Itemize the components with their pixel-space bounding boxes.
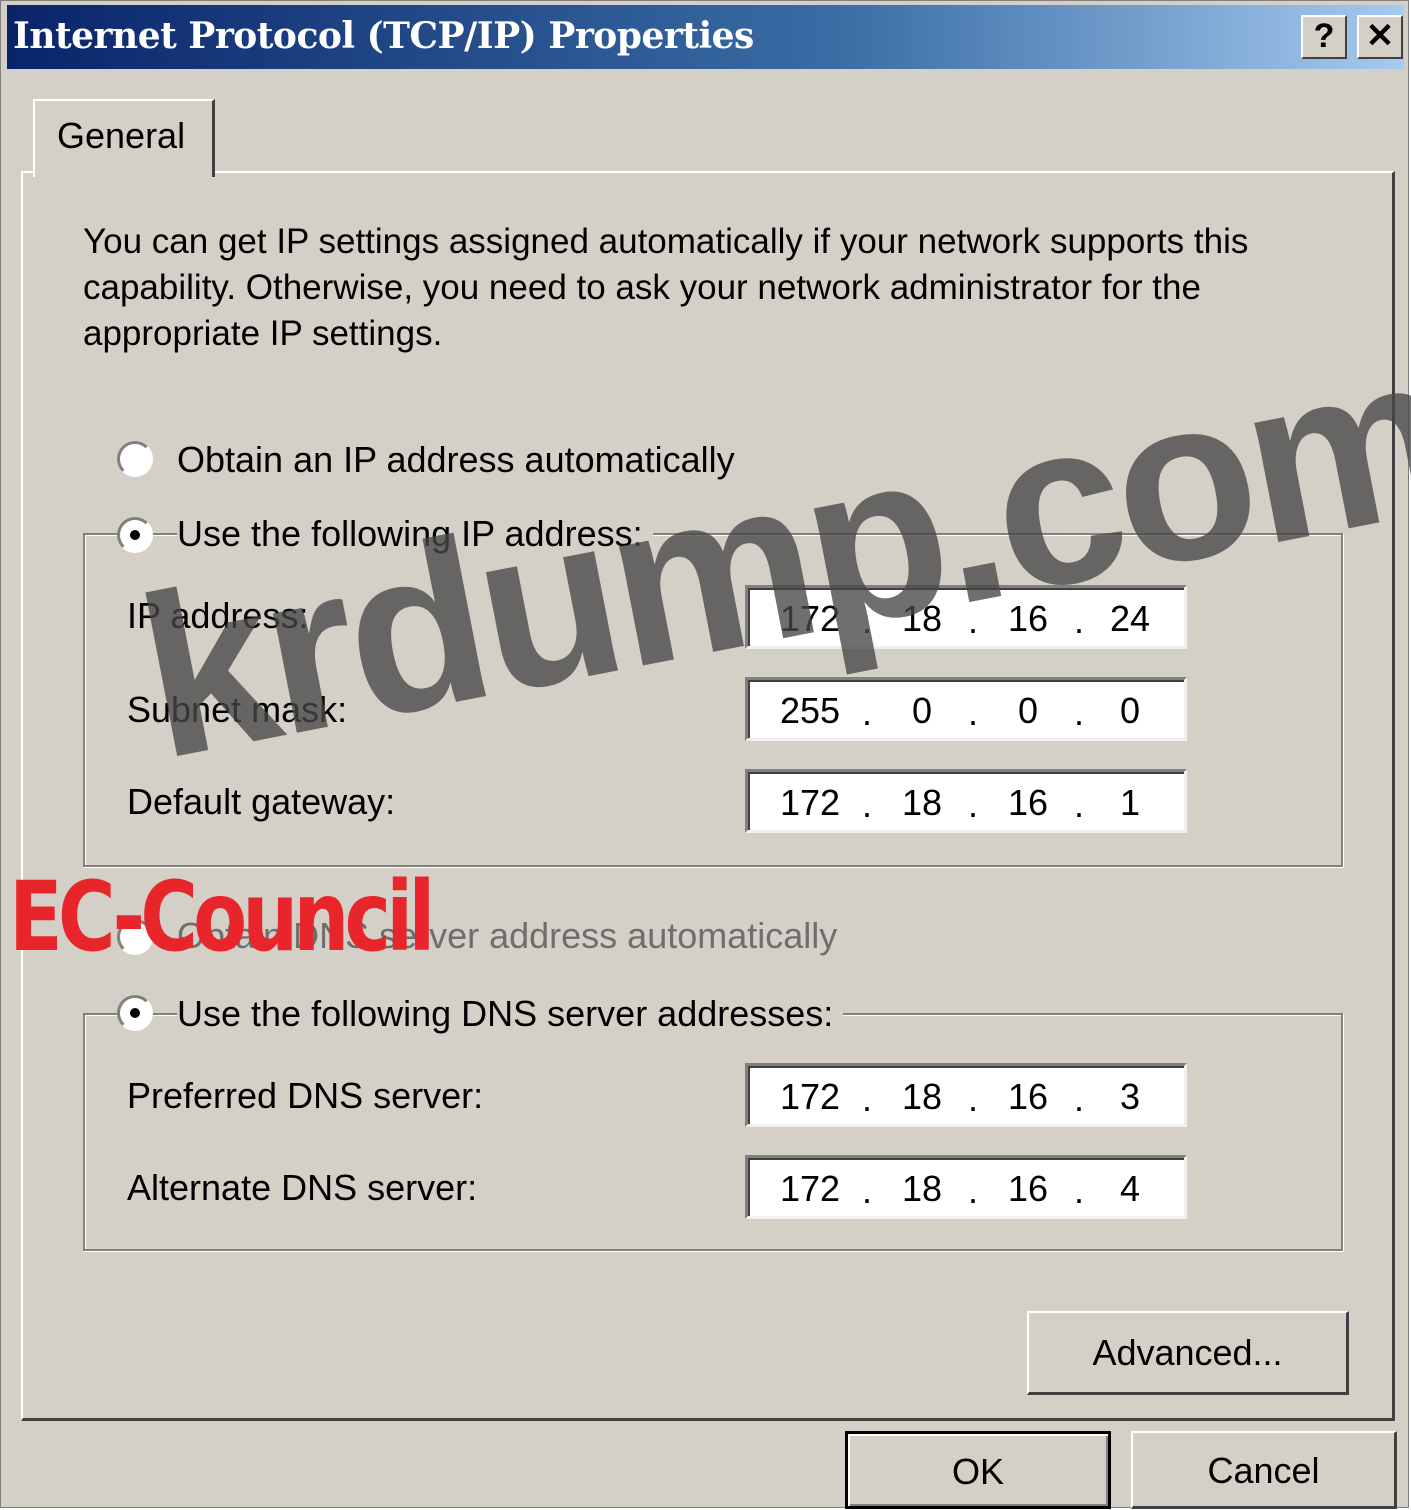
ip-octet-1[interactable]: 172: [770, 598, 850, 640]
cancel-button[interactable]: Cancel: [1131, 1431, 1397, 1509]
tcpip-properties-dialog: Internet Protocol (TCP/IP) Properties ? …: [0, 0, 1411, 1509]
use-following-dns-label[interactable]: Use the following DNS server addresses:: [177, 993, 844, 1035]
radio-selected-dot: [130, 1008, 140, 1018]
mask-octet-2[interactable]: 0: [882, 690, 962, 732]
tab-general[interactable]: General: [33, 99, 215, 177]
advanced-button[interactable]: Advanced...: [1027, 1311, 1349, 1395]
gw-octet-2[interactable]: 18: [882, 782, 962, 824]
mask-octet-4[interactable]: 0: [1090, 690, 1170, 732]
default-gateway-label: Default gateway:: [127, 781, 396, 822]
mask-octet-3[interactable]: 0: [988, 690, 1068, 732]
gw-octet-4[interactable]: 1: [1090, 782, 1170, 824]
preferred-dns-label: Preferred DNS server:: [127, 1075, 484, 1116]
pdns-octet-4[interactable]: 3: [1090, 1076, 1170, 1118]
help-icon: ?: [1313, 17, 1335, 55]
default-gateway-input[interactable]: 172 . 18 . 16 . 1: [745, 769, 1187, 833]
title-bar[interactable]: Internet Protocol (TCP/IP) Properties ? …: [7, 5, 1404, 69]
obtain-ip-auto-radio[interactable]: [117, 441, 153, 477]
ip-address-label: IP address:: [127, 595, 309, 636]
use-following-dns-radio[interactable]: [117, 995, 153, 1031]
alternate-dns-input[interactable]: 172 . 18 . 16 . 4: [745, 1155, 1187, 1219]
ok-button[interactable]: OK: [845, 1431, 1111, 1509]
use-following-ip-label[interactable]: Use the following IP address:: [177, 513, 653, 555]
tab-general-label: General: [57, 115, 186, 156]
ip-octet-2[interactable]: 18: [882, 598, 962, 640]
preferred-dns-input[interactable]: 172 . 18 . 16 . 3: [745, 1063, 1187, 1127]
obtain-dns-auto-label[interactable]: Obtain DNS server address automatically: [177, 915, 847, 957]
radio-selected-dot: [130, 530, 140, 540]
adns-octet-1[interactable]: 172: [770, 1168, 850, 1210]
pdns-octet-3[interactable]: 16: [988, 1076, 1068, 1118]
help-button[interactable]: ?: [1301, 15, 1347, 59]
pdns-octet-1[interactable]: 172: [770, 1076, 850, 1118]
close-button[interactable]: ✕: [1357, 15, 1403, 59]
adns-octet-3[interactable]: 16: [988, 1168, 1068, 1210]
ip-octet-4[interactable]: 24: [1090, 598, 1170, 640]
alternate-dns-label: Alternate DNS server:: [127, 1167, 478, 1208]
window-title: Internet Protocol (TCP/IP) Properties: [13, 15, 754, 57]
ip-octet-3[interactable]: 16: [988, 598, 1068, 640]
adns-octet-2[interactable]: 18: [882, 1168, 962, 1210]
use-following-ip-radio[interactable]: [117, 517, 153, 553]
close-icon: ✕: [1365, 17, 1395, 55]
gw-octet-3[interactable]: 16: [988, 782, 1068, 824]
obtain-ip-auto-label[interactable]: Obtain an IP address automatically: [177, 439, 745, 481]
mask-octet-1[interactable]: 255: [770, 690, 850, 732]
obtain-dns-auto-radio[interactable]: [117, 919, 153, 955]
subnet-mask-input[interactable]: 255 . 0 . 0 . 0: [745, 677, 1187, 741]
pdns-octet-2[interactable]: 18: [882, 1076, 962, 1118]
ip-address-input[interactable]: 172 . 18 . 16 . 24: [745, 585, 1187, 649]
subnet-mask-label: Subnet mask:: [127, 689, 348, 730]
gw-octet-1[interactable]: 172: [770, 782, 850, 824]
description-text: You can get IP settings assigned automat…: [83, 222, 1249, 353]
adns-octet-4[interactable]: 4: [1090, 1168, 1170, 1210]
